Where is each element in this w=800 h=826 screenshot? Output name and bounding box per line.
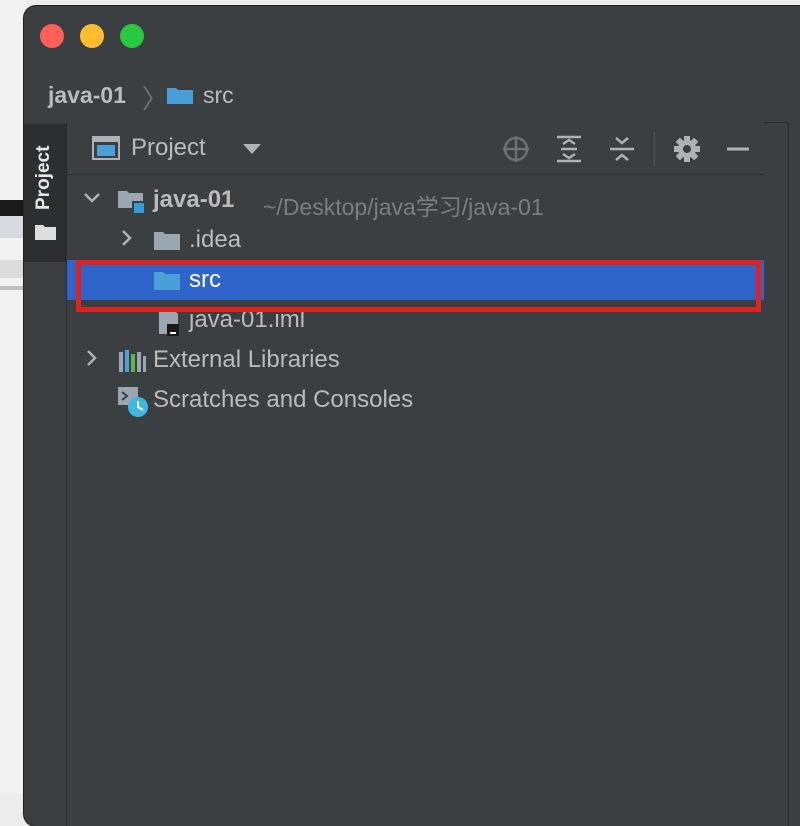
background-window-bar [0,216,26,238]
tree-row-iml[interactable]: java-01.iml [67,300,764,340]
navigation-bar: java-01 〉 src [24,66,800,123]
tree-row-idea[interactable]: .idea [67,220,764,260]
project-tree: java-01 ~/Desktop/java学习/java-01 .idea s… [67,174,764,826]
project-view-selector[interactable]: Project [131,134,206,162]
source-folder-icon [154,272,180,290]
folder-icon [154,232,180,250]
collapse-all-icon[interactable] [607,134,637,164]
ide-window: java-01 〉 src Project Project java-01 ~/… [24,6,800,826]
module-folder-icon [118,191,145,213]
tree-row-src[interactable]: src [67,260,764,300]
tree-root-path: ~/Desktop/java学习/java-01 [263,194,544,220]
tree-row-root[interactable]: java-01 ~/Desktop/java学习/java-01 [67,180,764,220]
project-tool-label: Project [33,145,54,210]
minimize-window-button[interactable] [80,24,104,48]
libraries-icon [119,350,146,372]
locate-icon[interactable] [501,134,531,164]
tree-label-root: java-01 [153,186,235,213]
minimize-icon[interactable] [723,134,753,164]
tree-row-external-libraries[interactable]: External Libraries [67,340,764,380]
project-tool-window-button[interactable]: Project [24,124,66,262]
background-window-bar [0,260,26,278]
editor-edge [788,122,800,826]
project-panel: Project java-01 ~/Desktop/java学习/java-01… [67,122,764,826]
project-panel-header: Project [67,122,764,175]
close-window-button[interactable] [40,24,64,48]
tree-label-external-libraries: External Libraries [153,346,340,373]
tree-label-iml: java-01.iml [189,306,306,333]
chevron-down-icon[interactable] [243,144,261,154]
iml-file-icon [159,307,179,336]
chevron-right-icon[interactable] [117,228,137,248]
title-bar [24,6,800,66]
project-view-icon [92,136,120,160]
scratches-icon [118,387,148,417]
folder-icon [35,225,56,240]
chevron-right-icon[interactable] [82,348,102,368]
breadcrumb-separator: 〉 [142,84,169,114]
zoom-window-button[interactable] [120,24,144,48]
toolbar-divider [654,132,655,166]
chevron-down-icon[interactable] [82,188,102,208]
breadcrumb-project[interactable]: java-01 [48,82,126,109]
gear-icon[interactable] [672,134,702,164]
tool-window-strip: Project [24,122,67,826]
tree-label-scratches: Scratches and Consoles [153,386,414,413]
tree-row-scratches[interactable]: Scratches and Consoles [67,380,764,420]
tree-label-idea: .idea [189,226,242,253]
folder-icon [167,88,193,104]
background-window-bar [0,286,26,290]
background-window-bar [0,200,26,216]
tree-label-src: src [189,266,221,293]
breadcrumb-folder[interactable]: src [203,82,234,109]
background-window [0,0,26,794]
expand-all-icon[interactable] [554,134,584,164]
